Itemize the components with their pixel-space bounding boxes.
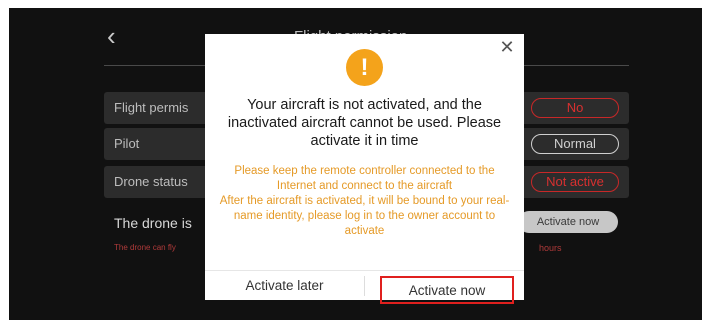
drone-note: The drone can fly xyxy=(114,243,176,252)
close-icon[interactable]: ✕ xyxy=(499,38,515,56)
chevron-left-icon[interactable]: ‹ xyxy=(107,23,129,49)
app-screen: ‹ Flight permission Flight permis No Pil… xyxy=(9,8,702,320)
button-divider xyxy=(364,276,365,296)
activation-dialog: ✕ ! Your aircraft is not activated, and … xyxy=(205,34,524,304)
dialog-details: Please keep the remote controller connec… xyxy=(217,164,512,239)
activate-now-button[interactable]: Activate now xyxy=(380,276,514,304)
row-label: Drone status xyxy=(114,174,188,189)
activate-later-button[interactable]: Activate later xyxy=(205,271,364,300)
detail-line: Please keep the remote controller connec… xyxy=(234,165,495,192)
warning-icon: ! xyxy=(346,49,383,86)
status-badge: No xyxy=(531,98,619,118)
row-label: Pilot xyxy=(114,136,140,151)
row-label: Flight permis xyxy=(114,100,189,115)
dialog-message: Your aircraft is not activated, and the … xyxy=(227,97,502,149)
background-activate-button[interactable]: Activate now xyxy=(518,211,618,233)
drone-status-text: The drone is xyxy=(114,215,192,231)
status-badge: Normal xyxy=(531,134,619,154)
detail-line: After the aircraft is activated, it will… xyxy=(219,195,510,237)
status-badge: Not active xyxy=(531,172,619,192)
drone-note-hours: hours xyxy=(539,243,562,253)
